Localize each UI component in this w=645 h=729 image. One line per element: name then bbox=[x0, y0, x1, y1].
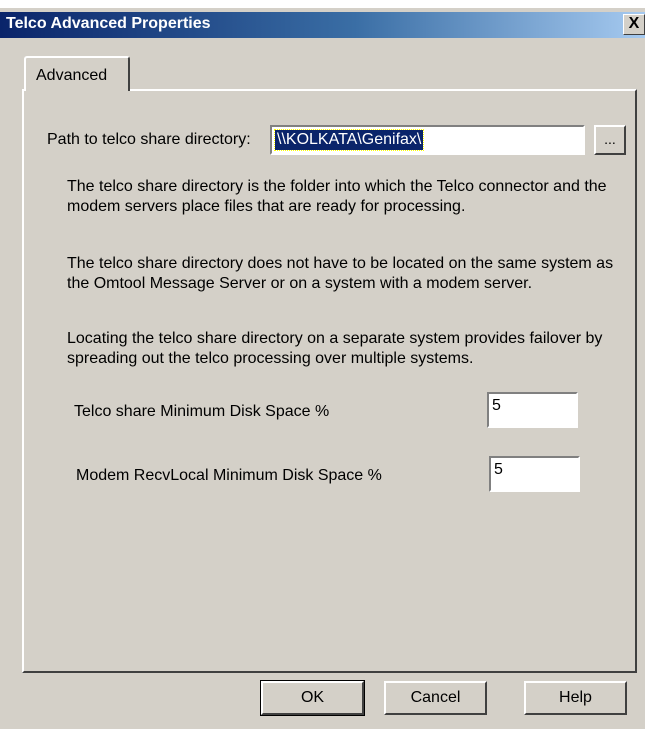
modem-min-disk-input[interactable]: 5 bbox=[489, 456, 580, 492]
description-paragraph-2: The telco share directory does not have … bbox=[67, 255, 614, 292]
description-paragraph-1: The telco share directory is the folder … bbox=[67, 178, 607, 215]
modem-min-disk-label: Modem RecvLocal Minimum Disk Space % bbox=[76, 467, 382, 484]
telco-min-disk-label: Telco share Minimum Disk Space % bbox=[74, 403, 330, 420]
close-button[interactable]: X bbox=[623, 14, 645, 35]
path-label: Path to telco share directory: bbox=[47, 131, 251, 148]
browse-button-label: ... bbox=[604, 131, 616, 147]
cancel-button[interactable]: Cancel bbox=[384, 681, 487, 715]
window-title: Telco Advanced Properties bbox=[6, 15, 211, 32]
close-icon: X bbox=[628, 15, 640, 32]
description-paragraph-3: Locating the telco share directory on a … bbox=[67, 330, 603, 367]
help-button[interactable]: Help bbox=[524, 681, 627, 715]
path-input-value: \\KOLKATA\Genifax\ bbox=[273, 129, 425, 151]
title-bar: Telco Advanced Properties X bbox=[0, 12, 645, 38]
tab-advanced-label: Advanced bbox=[36, 67, 108, 84]
browse-button[interactable]: ... bbox=[594, 125, 626, 155]
path-input[interactable]: \\KOLKATA\Genifax\ bbox=[270, 125, 585, 155]
tab-advanced[interactable]: Advanced bbox=[24, 56, 130, 91]
telco-min-disk-input[interactable]: 5 bbox=[487, 392, 578, 428]
ok-button[interactable]: OK bbox=[260, 680, 365, 716]
